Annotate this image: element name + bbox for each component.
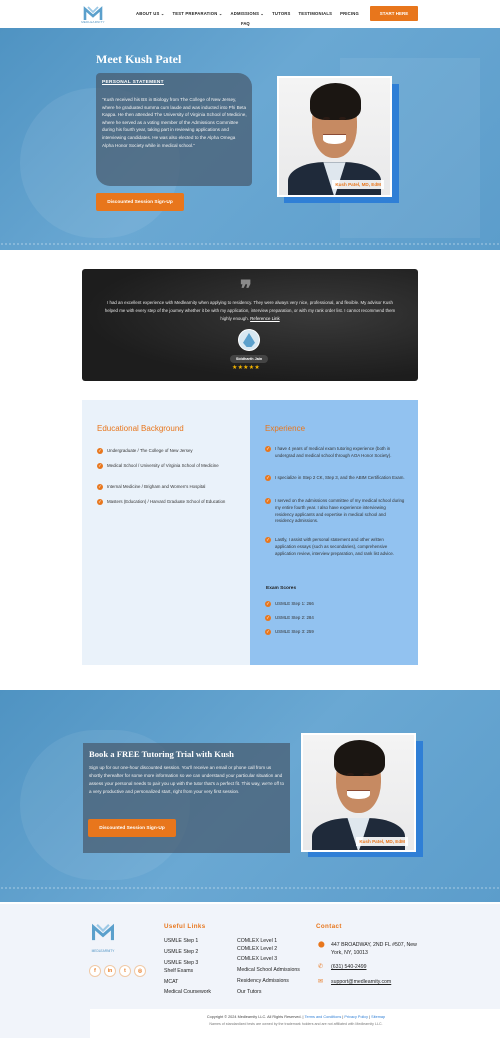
reviewer-name: Siddharth Jain <box>230 355 268 363</box>
discounted-session-button[interactable]: Discounted Session Sign-Up <box>96 193 184 211</box>
check-icon: ✓ <box>265 498 271 505</box>
trademark-disclaimer: Names of standardized tests are owned by… <box>209 1022 383 1026</box>
check-icon: ✓ <box>97 448 103 455</box>
check-icon: ✓ <box>265 615 271 622</box>
phone-icon: ✆ <box>318 964 324 970</box>
footer-link[interactable]: Medical School Admissions <box>237 967 300 973</box>
photo-caption: Kush Patel, MD, EdM <box>356 837 408 846</box>
location-pin-icon: ⬤ <box>318 942 325 948</box>
check-icon: ✓ <box>97 484 103 491</box>
list-item: ✓ Lastly, I assist with personal statemen… <box>265 537 395 556</box>
logo-text: MEDLEARNITY <box>81 20 105 24</box>
experience-heading: Experience <box>265 424 306 433</box>
education-heading: Educational Background <box>97 424 184 433</box>
footer-link[interactable]: Our Tutors <box>237 989 262 995</box>
portrait-image: Kush Patel, MD, EdM <box>279 78 390 195</box>
facebook-icon[interactable]: f <box>89 965 101 977</box>
footer-link[interactable]: Shelf Exams <box>164 968 193 974</box>
footer-link[interactable]: Residency Admissions <box>237 978 289 984</box>
exam-scores-heading: Exam Scores <box>266 586 297 591</box>
privacy-link[interactable]: Privacy Policy <box>344 1015 368 1019</box>
reference-link[interactable]: Reference Link <box>250 316 280 321</box>
discounted-session-button[interactable]: Discounted Session Sign-Up <box>88 819 176 837</box>
nav-pricing[interactable]: PRICING <box>340 11 359 16</box>
personal-statement-text: "Kush received his BS in Biology from Th… <box>102 97 247 148</box>
email-link[interactable]: support@medlearnity.com <box>331 978 391 986</box>
footer-link[interactable]: USMLE Step 2 <box>164 949 198 955</box>
phone-link[interactable]: (631) 540-2499 <box>331 963 366 971</box>
check-icon: ✓ <box>265 446 271 453</box>
footer-link[interactable]: COMLEX Level 2 <box>237 946 277 952</box>
check-icon: ✓ <box>97 463 103 470</box>
trial-heading: Book a FREE Tutoring Trial with Kush <box>89 749 234 759</box>
testimonial-text: I had an excellent experience with Medle… <box>104 299 396 322</box>
footer-logo[interactable] <box>90 921 116 945</box>
tutor-photo: Kush Patel, MD, EdM <box>301 733 416 852</box>
copyright-text: Copyright © 2024 Medlearnity LLC. All Ri… <box>206 1015 386 1019</box>
contact-address: ⬤ 447 BROADWAY, 2ND FL #507, New York, NY… <box>318 942 417 956</box>
footer-link[interactable]: USMLE Step 1 <box>164 938 198 944</box>
score-item: ✓ USMLE Step 2: 284 <box>265 615 314 622</box>
nav-tutors[interactable]: TUTORS <box>272 11 290 16</box>
experience-panel <box>250 400 418 665</box>
twitter-icon[interactable]: t <box>119 965 131 977</box>
personal-statement-heading: PERSONAL STATEMENT <box>102 80 164 85</box>
check-icon: ✓ <box>265 629 271 636</box>
footer-link[interactable]: COMLEX Level 3 <box>237 956 277 962</box>
dot-divider <box>0 242 500 246</box>
check-icon: ✓ <box>265 601 271 608</box>
contact-email: ✉ support@medlearnity.com <box>318 978 391 986</box>
check-icon: ✓ <box>265 475 271 482</box>
linkedin-icon[interactable]: in <box>104 965 116 977</box>
list-item: ✓ I have 4 years of medical exam tutoring… <box>265 446 392 458</box>
page-title: Meet Kush Patel <box>96 52 182 66</box>
start-here-button[interactable]: START HERE <box>370 6 418 21</box>
photo-caption: Kush Patel, MD, EdM <box>332 180 384 189</box>
nav-test-preparation[interactable]: TEST PREPARATION ⌄ <box>173 11 223 16</box>
education-panel <box>82 400 250 665</box>
footer-link[interactable]: Medical Coursework <box>164 989 211 995</box>
check-icon: ✓ <box>97 499 103 506</box>
score-item: ✓ USMLE Step 3: 259 <box>265 629 314 636</box>
footer-link[interactable]: USMLE Step 3 <box>164 960 198 966</box>
score-item: ✓ USMLE Step 1: 266 <box>265 601 314 608</box>
rating-stars-icon: ★★★★★ <box>232 365 260 371</box>
nav-about-us[interactable]: ABOUT US ⌄ <box>136 11 165 16</box>
check-icon: ✓ <box>265 537 271 544</box>
contact-phone: ✆ (631) 540-2499 <box>318 963 366 971</box>
trial-text: Sign up for our one-hour discounted sess… <box>89 765 285 794</box>
instagram-icon[interactable]: ◎ <box>134 965 146 977</box>
useful-links-heading: Useful Links <box>164 923 206 930</box>
footer-link[interactable]: COMLEX Level 1 <box>237 938 277 944</box>
nav-faq[interactable]: FAQ <box>241 21 250 26</box>
footer-logo-text: MEDLEARNITY <box>91 949 115 953</box>
tutor-photo: Kush Patel, MD, EdM <box>277 76 392 197</box>
email-icon: ✉ <box>318 979 324 985</box>
list-item: ✓ I specialize in Step 2 CK, Step 3, and … <box>265 475 405 482</box>
terms-link[interactable]: Terms and Conditions <box>305 1015 342 1019</box>
list-item: ✓ Masters (Education) / Harvard Graduate … <box>97 499 226 506</box>
social-links: f in t ◎ <box>89 965 146 977</box>
nav-admissions[interactable]: ADMISSIONS ⌄ <box>231 11 265 16</box>
contact-heading: Contact <box>316 923 342 930</box>
list-item: ✓ I served on the admissions committee of… <box>265 498 405 524</box>
sitemap-link[interactable]: Sitemap <box>371 1015 385 1019</box>
nav-testimonials[interactable]: TESTIMONIALS <box>299 11 333 16</box>
dot-divider <box>0 886 500 890</box>
portrait-image: Kush Patel, MD, EdM <box>303 735 414 850</box>
list-item: ✓ Medical School / University of Virginia… <box>97 463 219 470</box>
main-nav: ABOUT US ⌄ TEST PREPARATION ⌄ ADMISSIONS… <box>136 11 359 16</box>
list-item: ✓ Internal Medicine / Brigham and Women's… <box>97 484 206 491</box>
list-item: ✓ Undergraduate / The College of New Jers… <box>97 448 193 455</box>
footer-link[interactable]: MCAT <box>164 979 178 985</box>
